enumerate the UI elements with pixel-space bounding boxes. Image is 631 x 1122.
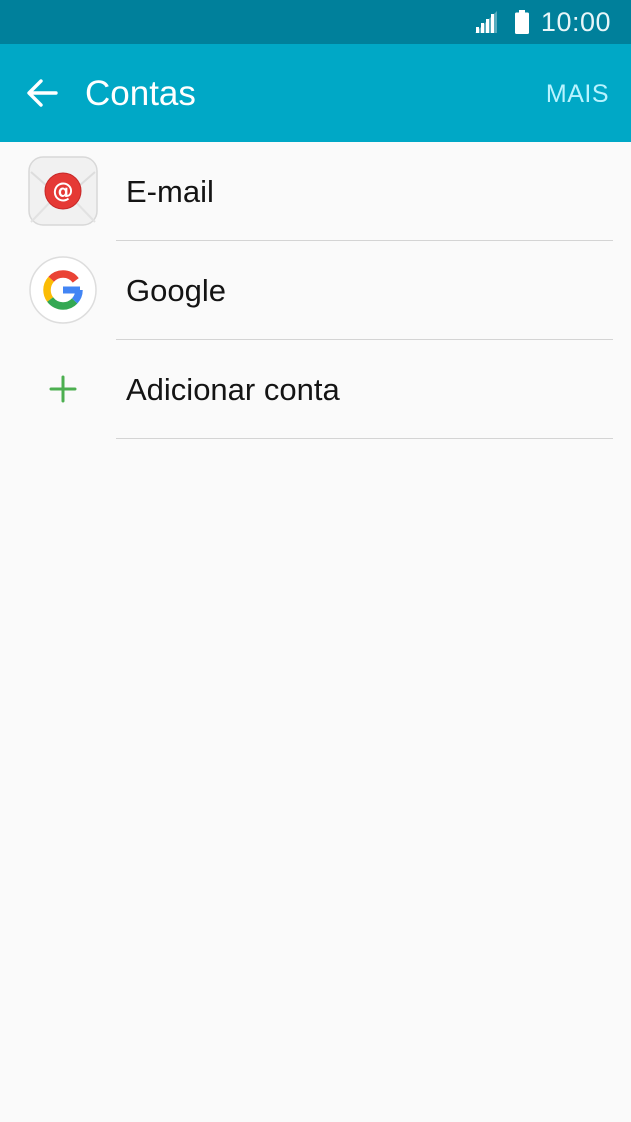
- back-arrow-icon: [27, 79, 58, 107]
- accounts-list: @ E-mail Google Adicionar conta: [0, 142, 631, 439]
- clock: 10:00: [540, 6, 611, 37]
- plus-icon: [28, 354, 98, 424]
- page-title: Contas: [85, 74, 196, 113]
- status-bar: 10:00: [0, 0, 631, 44]
- battery-icon: [514, 10, 529, 34]
- email-app-icon: @: [28, 156, 98, 226]
- account-label: Google: [126, 273, 226, 308]
- back-button[interactable]: [24, 77, 60, 109]
- account-item-google[interactable]: Google: [0, 241, 631, 340]
- app-bar: Contas MAIS: [0, 44, 631, 142]
- account-item-email[interactable]: @ E-mail: [0, 142, 631, 241]
- divider: [116, 438, 613, 439]
- more-button[interactable]: MAIS: [546, 78, 609, 110]
- add-account-item[interactable]: Adicionar conta: [0, 340, 631, 439]
- google-icon: [28, 255, 98, 325]
- account-label: E-mail: [126, 174, 214, 209]
- signal-icon: [474, 11, 497, 33]
- svg-text:@: @: [53, 179, 74, 203]
- add-account-label: Adicionar conta: [126, 372, 340, 407]
